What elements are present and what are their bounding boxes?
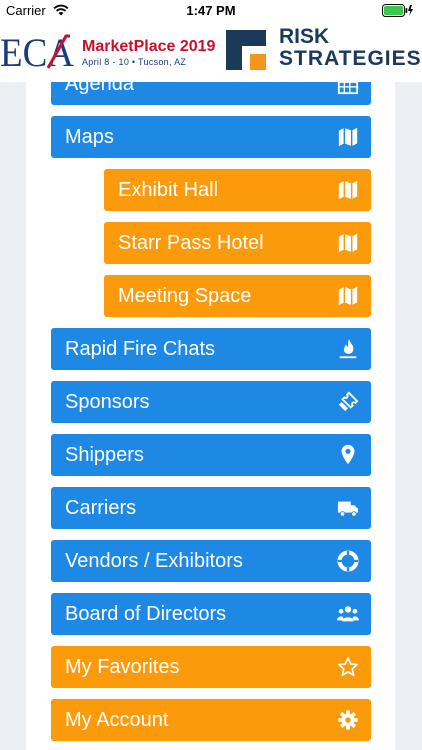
- menu-item-label: Starr Pass Hotel: [118, 232, 264, 254]
- menu-item-my-favorites[interactable]: My Favorites: [51, 646, 371, 688]
- status-time: 1:47 PM: [186, 3, 236, 18]
- menu-item-vendors-exhibitors[interactable]: Vendors / Exhibitors: [51, 540, 371, 582]
- menu-item-carriers[interactable]: Carriers: [51, 487, 371, 529]
- menu-item-label: Agenda: [65, 82, 134, 95]
- truck-icon: [337, 497, 359, 519]
- users-icon: [337, 603, 359, 625]
- map-marker-icon: [337, 444, 359, 466]
- menu-item-label: My Account: [65, 709, 169, 731]
- menu-item-label: My Favorites: [65, 656, 180, 678]
- event-dates: April 8 - 10 • Tucson, AZ: [82, 57, 187, 67]
- menu-item-meeting-space[interactable]: Meeting Space: [104, 275, 371, 317]
- risk-strategies-logo-text: RISK STRATEGIES: [279, 26, 422, 70]
- calendar-icon: [337, 82, 359, 95]
- menu-item-sponsors[interactable]: Sponsors: [51, 381, 371, 423]
- menu-item-label: Maps: [65, 126, 114, 148]
- menu-item-label: Rapid Fire Chats: [65, 338, 216, 360]
- ticket-icon: [337, 391, 359, 413]
- map-icon: [337, 232, 359, 254]
- status-bar: Carrier 1:47 PM: [0, 0, 422, 22]
- menu-item-rapid-fire-chats[interactable]: Rapid Fire Chats: [51, 328, 371, 370]
- map-icon: [337, 179, 359, 201]
- menu-item-exhibit-hall[interactable]: Exhibit Hall: [104, 169, 371, 211]
- battery-icon: [382, 4, 413, 17]
- header: ECA MarketPlace 2019 April 8 - 10 • Tucs…: [0, 22, 422, 82]
- gear-icon: [337, 709, 359, 731]
- eca-logo: ECA: [0, 30, 74, 72]
- map-icon: [337, 285, 359, 307]
- menu-item-shippers[interactable]: Shippers: [51, 434, 371, 476]
- marketplace-title: MarketPlace 2019: [82, 38, 216, 55]
- menu-item-label: Meeting Space: [118, 285, 252, 307]
- menu-item-my-account[interactable]: My Account: [51, 699, 371, 741]
- rs-line-risk: RISK: [279, 25, 330, 48]
- menu-item-starr-pass-hotel[interactable]: Starr Pass Hotel: [104, 222, 371, 264]
- menu-item-label: Shippers: [65, 444, 144, 466]
- menu-item-label: Sponsors: [65, 391, 150, 413]
- content-area: Agenda Maps Exhibit Hall Starr Pass Hotel Me…: [0, 82, 422, 750]
- risk-strategies-logo-mark: [226, 30, 266, 70]
- rs-line-strategies: STRATEGIES: [279, 47, 422, 70]
- life-ring-icon: [337, 550, 359, 572]
- menu-item-label: Vendors / Exhibitors: [65, 550, 243, 572]
- star-icon: [337, 656, 359, 678]
- fire-icon: [337, 338, 359, 360]
- svg-text:ECA: ECA: [0, 30, 74, 72]
- menu-item-board-of-directors[interactable]: Board of Directors: [51, 593, 371, 635]
- map-icon: [337, 126, 359, 148]
- menu-item-label: Exhibit Hall: [118, 179, 219, 201]
- menu-item-label: Board of Directors: [65, 603, 227, 625]
- menu-item-maps[interactable]: Maps: [51, 116, 371, 158]
- menu-item-agenda[interactable]: Agenda: [51, 82, 371, 105]
- menu-item-label: Carriers: [65, 497, 137, 519]
